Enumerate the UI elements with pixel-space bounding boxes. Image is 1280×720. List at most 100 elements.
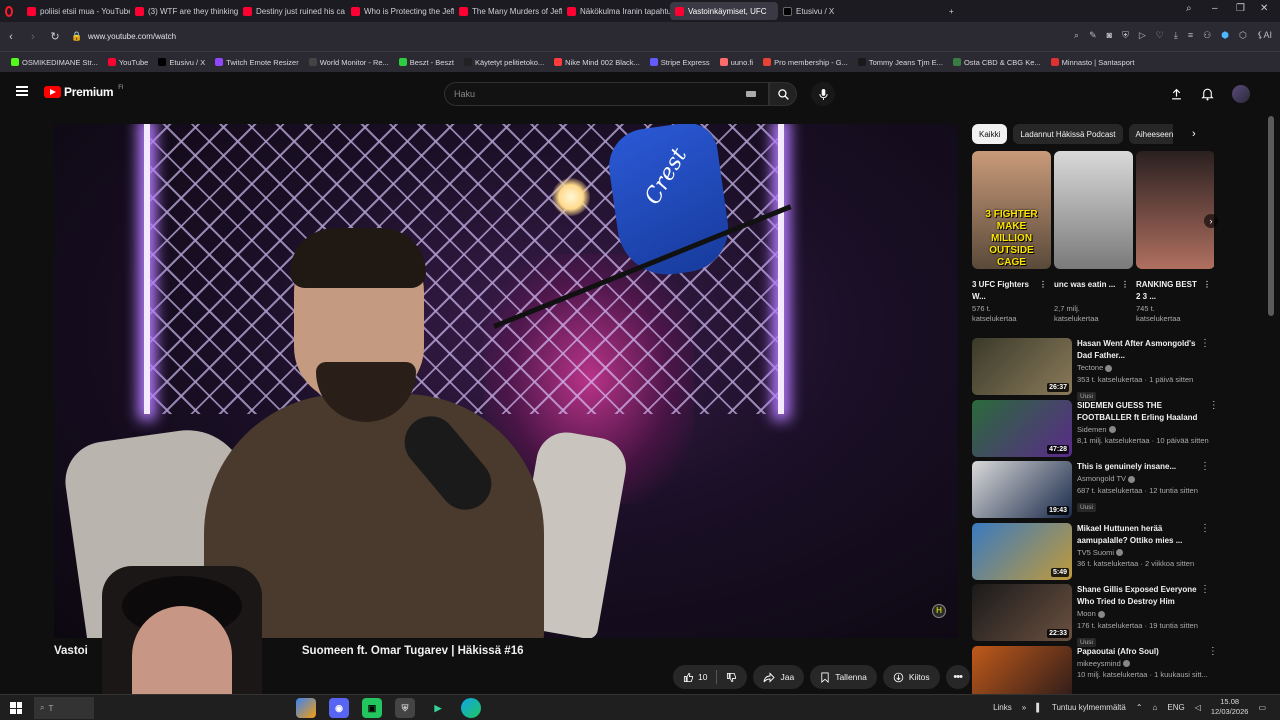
extension-icon[interactable]: ⬢ <box>1221 30 1229 41</box>
shield-icon[interactable]: ⛨ <box>1122 30 1129 41</box>
short-thumbnail[interactable] <box>1136 151 1214 269</box>
edit-icon[interactable]: ✎ <box>1089 30 1097 41</box>
more-actions-button[interactable]: ••• <box>945 665 970 689</box>
upload-icon[interactable] <box>1170 88 1183 101</box>
play-store-icon[interactable]: ▶ <box>428 698 448 718</box>
channel-name[interactable]: Asmongold TV <box>1077 474 1126 483</box>
shorts-next-icon[interactable]: › <box>1204 214 1218 228</box>
app-icon-colorful[interactable] <box>296 698 316 718</box>
discord-icon[interactable]: ◉ <box>329 698 349 718</box>
browser-tab[interactable]: Vastoinkäymiset, UFC <box>670 2 778 20</box>
reload-icon[interactable]: ↻ <box>44 30 66 43</box>
edge-browser-icon[interactable] <box>461 698 481 718</box>
keyboard-icon[interactable] <box>746 91 756 97</box>
short-more-icon[interactable]: ⋮ <box>1039 279 1047 291</box>
bookmark-item[interactable]: Pro membership - G... <box>758 58 853 67</box>
page-scrollbar[interactable] <box>1268 116 1274 316</box>
video-title[interactable]: Hasan Went After Asmongold's Dad Father.… <box>1077 338 1200 362</box>
browser-tab[interactable]: Näkökulma Iranin tapahtu <box>562 2 670 20</box>
video-title[interactable]: Papaoutai (Afro Soul) <box>1077 646 1208 658</box>
recommended-video[interactable]: 26:37 Hasan Went After Asmongold's Dad Fa… <box>972 338 1214 401</box>
back-icon[interactable]: ‹ <box>0 31 22 43</box>
video-thumbnail[interactable]: 22:33 <box>972 584 1072 641</box>
hamburger-menu-icon[interactable] <box>16 86 28 96</box>
channel-name[interactable]: Tectone <box>1077 363 1103 372</box>
channel-name[interactable]: Sidemen <box>1077 425 1107 434</box>
camera-icon[interactable]: ◙ <box>1107 30 1112 41</box>
tray-chevron-icon[interactable]: » <box>1022 703 1026 712</box>
filter-chip[interactable]: Kaikki <box>972 124 1008 144</box>
network-icon[interactable]: ⌂ <box>1153 703 1158 712</box>
channel-name[interactable]: TV5 Suomi <box>1077 548 1114 557</box>
play-icon[interactable]: ▷ <box>1139 30 1146 41</box>
short-card[interactable]: 3 FIGHTER MAKE MILLION OUTSIDE CAGE 3 UFC… <box>972 151 1051 324</box>
video-more-icon[interactable]: ⋮ <box>1200 523 1210 534</box>
profile-icon[interactable]: ⚇ <box>1203 30 1211 41</box>
weather-text[interactable]: Tuntuu kylmemmältä <box>1052 703 1126 712</box>
search-button[interactable] <box>769 82 797 106</box>
bookmark-item[interactable]: World Monitor - Re... <box>304 58 394 67</box>
video-thumbnail[interactable]: 5:49 <box>972 522 1072 580</box>
channel-watermark-icon[interactable]: H <box>932 604 946 618</box>
recommended-video[interactable]: 5:49 Mikael Huttunen herää aamupalalle? O… <box>972 522 1214 585</box>
bookmark-item[interactable]: Twitch Emote Resizer <box>210 58 304 67</box>
like-button[interactable]: 10 <box>683 672 707 683</box>
language[interactable]: ENG <box>1167 703 1184 712</box>
opera-menu-icon[interactable] <box>0 2 22 20</box>
youtube-premium-logo[interactable]: Premium FI <box>44 85 124 99</box>
menu-lines-icon[interactable]: ≡ <box>1188 30 1193 41</box>
bookmark-item[interactable]: Beszt - Beszt <box>394 58 459 67</box>
recommended-video[interactable]: 19:43 This is genuinely insane... Asmongol… <box>972 461 1214 523</box>
download-icon[interactable]: ⤓ <box>1174 30 1178 41</box>
taskbar-search[interactable]: ⌕ T <box>34 697 94 719</box>
search-tabs-icon[interactable]: ⌕ <box>1186 3 1192 14</box>
filter-chip[interactable]: Ladannut Häkissä Podcast <box>1013 124 1123 144</box>
short-thumbnail[interactable] <box>1054 151 1133 269</box>
browser-tab[interactable]: The Many Murders of Jeffr <box>454 2 562 20</box>
tray-expand-icon[interactable]: ⌃ <box>1136 703 1143 712</box>
notifications-icon[interactable]: ▭ <box>1258 703 1266 712</box>
thumbs-down-icon[interactable] <box>726 672 737 683</box>
bookmark-item[interactable]: uuno.fi <box>715 58 759 67</box>
bookmark-item[interactable]: Stripe Express <box>645 58 715 67</box>
bookmark-item[interactable]: Tommy Jeans Tjm E... <box>853 58 948 67</box>
tray-links[interactable]: Links <box>993 703 1012 712</box>
clock[interactable]: 15.08 12/03/2026 <box>1211 697 1249 717</box>
bookmark-item[interactable]: Osta CBD & CBG Ke... <box>948 58 1046 67</box>
avatar[interactable] <box>1232 85 1250 103</box>
bookmark-item[interactable]: Minnasto | Santasport <box>1046 58 1140 67</box>
filter-chip[interactable]: Aiheeseen <box>1128 124 1173 144</box>
lens-icon[interactable]: ⌕ <box>1074 30 1079 41</box>
channel-name[interactable]: Moon <box>1077 609 1096 618</box>
video-more-icon[interactable]: ⋮ <box>1200 338 1210 349</box>
shield-app-icon[interactable]: ⛨ <box>395 698 415 718</box>
video-thumbnail[interactable]: 26:37 <box>972 338 1072 395</box>
recommended-video[interactable]: 47:28 SIDEMEN GUESS THE FOOTBALLER ft Erl… <box>972 399 1219 462</box>
video-more-icon[interactable]: ⋮ <box>1200 461 1210 472</box>
search-input[interactable] <box>445 83 735 105</box>
video-title[interactable]: SIDEMEN GUESS THE FOOTBALLER ft Erling H… <box>1077 400 1209 424</box>
video-thumbnail[interactable]: 47:28 <box>972 399 1072 457</box>
video-more-icon[interactable]: ⋮ <box>1208 646 1218 657</box>
bookmark-item[interactable]: YouTube <box>103 58 153 67</box>
thanks-button[interactable]: Kiitos <box>882 665 940 689</box>
save-button[interactable]: Tallenna <box>810 665 877 689</box>
browser-tab[interactable]: Who is Protecting the Jeff <box>346 2 454 20</box>
chips-next-icon[interactable]: › <box>1192 128 1196 140</box>
cube-icon[interactable]: ⬡ <box>1239 30 1247 41</box>
browser-tab[interactable]: (3) WTF are they thinking <box>130 2 238 20</box>
bookmark-item[interactable]: Etusivu / X <box>153 58 210 67</box>
browser-tab[interactable]: Destiny just ruined his ca <box>238 2 346 20</box>
url-field[interactable]: www.youtube.com/watch <box>88 32 176 41</box>
maximize-icon[interactable]: ❐ <box>1236 3 1245 14</box>
video-player[interactable]: Crest H <box>54 124 958 638</box>
bookmark-item[interactable]: OSMIKEDIMANE Str... <box>6 58 103 67</box>
short-more-icon[interactable]: ⋮ <box>1121 279 1129 291</box>
notifications-bell-icon[interactable] <box>1201 87 1214 101</box>
windows-start-icon[interactable] <box>10 702 22 714</box>
forward-icon[interactable]: › <box>22 31 44 43</box>
video-thumbnail[interactable]: 19:43 <box>972 461 1072 518</box>
video-more-icon[interactable]: ⋮ <box>1209 400 1219 411</box>
share-button[interactable]: Jaa <box>753 665 805 689</box>
ai-button[interactable]: ⚸AI <box>1257 30 1272 41</box>
